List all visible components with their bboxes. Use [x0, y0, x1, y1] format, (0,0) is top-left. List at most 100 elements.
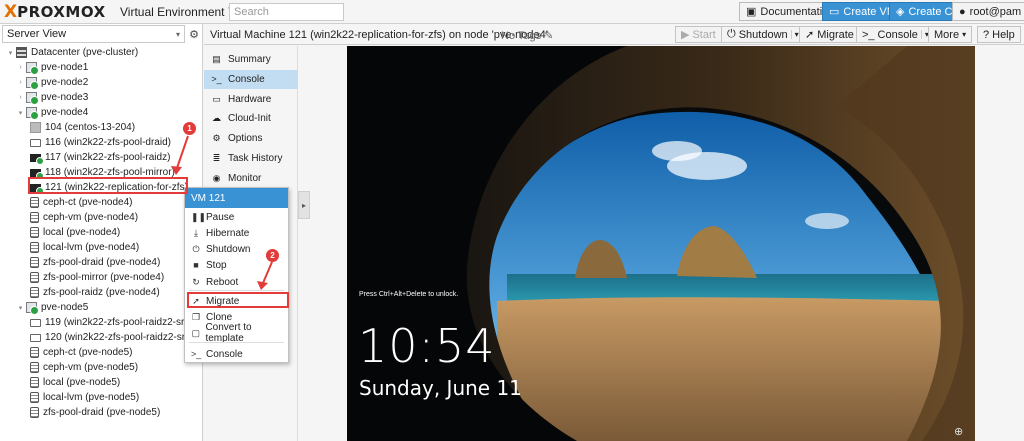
chevron-down-icon[interactable]: ▾: [790, 30, 799, 39]
tree-node[interactable]: ▾ pve-node5: [0, 300, 203, 315]
tree-node-label: ceph-ct (pve-node4): [43, 197, 133, 208]
tree-node-label: zfs-pool-mirror (pve-node4): [43, 272, 165, 283]
server-icon: [26, 107, 39, 120]
nav-item-hardware[interactable]: ▭ Hardware: [204, 90, 298, 109]
context-menu-item-hibernate[interactable]: ⤓ Hibernate: [185, 225, 288, 241]
menu-item-label: Hibernate: [206, 227, 250, 239]
tree-node[interactable]: local (pve-node5): [0, 375, 203, 390]
tree-node[interactable]: › pve-node1: [0, 60, 203, 75]
console-button[interactable]: >_ Console ▾: [856, 26, 935, 43]
tree-node[interactable]: local (pve-node4): [0, 225, 203, 240]
power-icon: ⏻: [727, 28, 736, 40]
chevron-right-icon[interactable]: ›: [16, 94, 25, 101]
migrate-button[interactable]: ➚ Migrate: [799, 26, 860, 43]
tree-node[interactable]: ceph-vm (pve-node4): [0, 210, 203, 225]
lockscreen-date: Sunday, June 11: [359, 376, 522, 400]
chevron-down-icon[interactable]: ▾: [16, 304, 25, 312]
tree-node[interactable]: ▾ pve-node4: [0, 105, 203, 120]
nav-item-console[interactable]: >_ Console: [204, 69, 298, 89]
pencil-icon[interactable]: ✎: [544, 30, 553, 42]
tree-node[interactable]: local-lvm (pve-node4): [0, 240, 203, 255]
help-button[interactable]: ? Help: [977, 26, 1021, 43]
tree-node[interactable]: ceph-vm (pve-node5): [0, 360, 203, 375]
server-icon: [26, 92, 39, 105]
monitor-icon: ▭: [829, 6, 840, 18]
nav-item-label: Hardware: [228, 93, 272, 105]
server-icon: [26, 302, 39, 315]
shutdown-button[interactable]: ⏻ Shutdown ▾: [721, 26, 805, 43]
nav-icon: >_: [211, 74, 222, 85]
gear-icon[interactable]: ⚙: [187, 25, 201, 43]
tree-node-label: local-lvm (pve-node5): [43, 392, 140, 403]
tree-node[interactable]: zfs-pool-raidz (pve-node4): [0, 285, 203, 300]
tree-node[interactable]: zfs-pool-mirror (pve-node4): [0, 270, 203, 285]
logo-x: X: [4, 2, 18, 22]
tags-field[interactable]: No Tags ✎: [501, 29, 553, 42]
tree-node[interactable]: 104 (centos-13-204): [0, 120, 203, 135]
context-menu-item-pause[interactable]: ❚❚ Pause: [185, 209, 288, 225]
nav-item-label: Monitor: [228, 172, 262, 184]
tree-node[interactable]: › pve-node2: [0, 75, 203, 90]
tree-node[interactable]: 117 (win2k22-zfs-pool-raidz): [0, 150, 203, 165]
collapse-handle[interactable]: ▸: [298, 191, 310, 219]
chevron-right-icon[interactable]: ›: [16, 64, 25, 71]
storage-icon: [30, 227, 39, 238]
tree-node[interactable]: 120 (win2k22-zfs-pool-raidz2-sr2): [0, 330, 203, 345]
context-menu-item-console[interactable]: >_ Console: [185, 346, 288, 362]
view-selector[interactable]: Server View ▾: [2, 25, 185, 43]
tree-node[interactable]: ▾ Datacenter (pve-cluster): [0, 45, 203, 60]
tree-node[interactable]: ceph-ct (pve-node5): [0, 345, 203, 360]
nav-item-cloud-init[interactable]: ☁ Cloud-Init: [204, 109, 298, 128]
nav-icon: ⚙: [212, 133, 221, 144]
proxmox-logo: X PROXMOX: [4, 3, 106, 21]
context-menu-item-convert-to-template[interactable]: ▢ Convert to template: [185, 322, 288, 344]
help-label: Help: [992, 28, 1015, 41]
resource-tree-panel: Server View ▾ ⚙ ▾ Datacenter (pve-cluster…: [0, 24, 203, 441]
tree-node[interactable]: 119 (win2k22-zfs-pool-raidz2-sr1): [0, 315, 203, 330]
nav-item-summary[interactable]: ▤ Summary: [204, 50, 298, 69]
storage-icon: [30, 377, 39, 388]
menu-item-icon: ↻: [192, 276, 200, 287]
storage-icon: [30, 287, 39, 298]
tree-node[interactable]: zfs-pool-draid (pve-node5): [0, 405, 203, 420]
menu-item-label: Console: [206, 348, 243, 360]
tree-node-label: 116 (win2k22-zfs-pool-draid): [45, 137, 171, 148]
tree-node-label: pve-node1: [41, 62, 89, 73]
user-label: root@pam: [969, 5, 1022, 18]
start-button[interactable]: ▶ Start: [675, 26, 722, 43]
book-icon: ▣: [746, 6, 757, 18]
user-menu-button[interactable]: ● root@pam ▾: [952, 2, 1024, 21]
globe-icon[interactable]: ⊕: [954, 425, 963, 438]
storage-icon: [30, 272, 39, 283]
tree-node[interactable]: ceph-ct (pve-node4): [0, 195, 203, 210]
search-input[interactable]: Search: [229, 3, 344, 21]
nav-item-task-history[interactable]: ≣ Task History: [204, 149, 298, 168]
vm-title: Virtual Machine 121 (win2k22-replication…: [210, 29, 548, 41]
nav-item-label: Console: [228, 73, 265, 85]
tree-node-label: ceph-vm (pve-node4): [43, 212, 139, 223]
chevron-right-icon[interactable]: ›: [16, 79, 25, 86]
vm-stopped-icon: [30, 318, 41, 327]
nav-item-options[interactable]: ⚙ Options: [204, 129, 298, 148]
chevron-down-icon[interactable]: ▾: [16, 109, 25, 117]
menu-separator: [189, 342, 284, 343]
terminal-icon: >_: [862, 28, 875, 41]
tree-node-label: local-lvm (pve-node4): [43, 242, 140, 253]
more-button[interactable]: More ▾: [928, 26, 973, 43]
chevron-down-icon[interactable]: ▾: [6, 49, 15, 57]
storage-icon: [30, 212, 39, 223]
menu-item-icon: ⏻: [192, 243, 200, 254]
vm-console-screen[interactable]: Press Ctrl+Alt+Delete to unlock. 10:54 S…: [347, 46, 975, 441]
lockscreen-time: 10:54: [358, 319, 496, 373]
logo-brand: PROXMOX: [17, 3, 106, 21]
nav-icon: ▭: [212, 93, 221, 104]
menu-item-icon: ⤓: [194, 227, 198, 238]
context-menu-item-reboot[interactable]: ↻ Reboot: [185, 274, 288, 290]
tree-node[interactable]: 116 (win2k22-zfs-pool-draid): [0, 135, 203, 150]
tree-node[interactable]: local-lvm (pve-node5): [0, 390, 203, 405]
nav-item-monitor[interactable]: ◉ Monitor: [204, 169, 298, 188]
play-icon: ▶: [681, 29, 690, 41]
tree-node[interactable]: › pve-node3: [0, 90, 203, 105]
tree-node[interactable]: zfs-pool-draid (pve-node4): [0, 255, 203, 270]
server-icon: [26, 77, 39, 90]
